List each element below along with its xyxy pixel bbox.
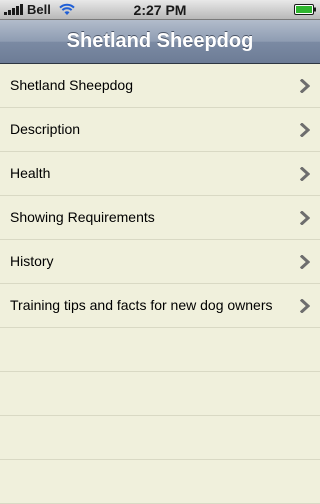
- battery-icon: [294, 4, 316, 15]
- chevron-right-icon: [300, 79, 310, 93]
- menu-item-history[interactable]: History: [0, 240, 320, 284]
- status-time: 2:27 PM: [133, 2, 187, 18]
- chevron-right-icon: [300, 255, 310, 269]
- menu-item-label: Description: [10, 121, 81, 137]
- chevron-right-icon: [300, 299, 310, 313]
- menu-item-showing-requirements[interactable]: Showing Requirements: [0, 196, 320, 240]
- chevron-right-icon: [300, 167, 310, 181]
- menu-item-label: Health: [10, 165, 51, 181]
- empty-row: [0, 328, 320, 372]
- menu-item-description[interactable]: Description: [0, 108, 320, 152]
- menu-item-shetland-sheepdog[interactable]: Shetland Sheepdog: [0, 64, 320, 108]
- empty-row: [0, 372, 320, 416]
- menu-item-label: Showing Requirements: [10, 209, 155, 225]
- chevron-right-icon: [300, 123, 310, 137]
- status-bar: Bell 2:27 PM: [0, 0, 320, 20]
- chevron-right-icon: [300, 211, 310, 225]
- menu-item-label: Shetland Sheepdog: [10, 77, 133, 93]
- menu-item-training-tips[interactable]: Training tips and facts for new dog owne…: [0, 284, 320, 328]
- menu-item-health[interactable]: Health: [0, 152, 320, 196]
- empty-row: [0, 460, 320, 504]
- navigation-bar: Shetland Sheepdog: [0, 20, 320, 64]
- menu-item-label: History: [10, 253, 54, 269]
- empty-row: [0, 416, 320, 460]
- menu-list: Shetland Sheepdog Description Health Sho…: [0, 64, 320, 504]
- menu-item-label: Training tips and facts for new dog owne…: [10, 297, 273, 313]
- page-title: Shetland Sheepdog: [66, 30, 254, 52]
